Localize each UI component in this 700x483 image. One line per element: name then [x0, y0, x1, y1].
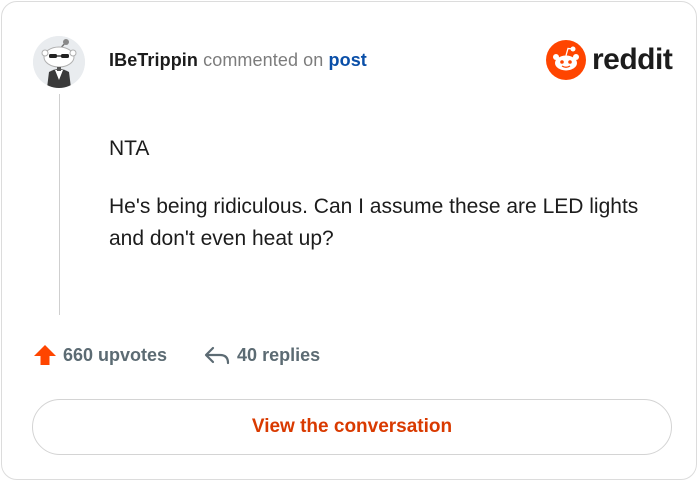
reddit-logo[interactable]: reddit — [546, 40, 673, 80]
view-conversation-button[interactable]: View the conversation — [32, 399, 672, 455]
reply-arrow-icon — [204, 346, 230, 365]
username[interactable]: IBeTrippin — [109, 50, 198, 70]
replies-count: 40 replies — [237, 344, 321, 365]
comment-header: IBeTrippin commented on post — [109, 50, 367, 71]
comment-stats: 660 upvotes 40 replies — [33, 343, 320, 367]
embedded-comment-card: IBeTrippin commented on post reddit NTA … — [1, 1, 697, 480]
comment-body: NTA He's being ridiculous. Can I assume … — [109, 133, 649, 281]
logo-wordmark: reddit — [592, 43, 673, 76]
action-text: commented on — [203, 50, 324, 70]
post-link[interactable]: post — [329, 50, 367, 70]
comment-paragraph: NTA — [109, 137, 150, 160]
comment-paragraph: He's being ridiculous. Can I assume thes… — [109, 195, 639, 250]
snoo-avatar-icon — [33, 36, 85, 88]
upvotes-count: 660 upvotes — [63, 344, 168, 365]
upvote-arrow-icon — [34, 345, 56, 365]
thread-line — [59, 94, 60, 315]
replies-stat[interactable]: 40 replies — [203, 343, 320, 367]
user-avatar[interactable] — [33, 36, 85, 88]
reddit-snoo-logo-icon — [546, 40, 586, 80]
upvotes-stat[interactable]: 660 upvotes — [33, 343, 167, 367]
